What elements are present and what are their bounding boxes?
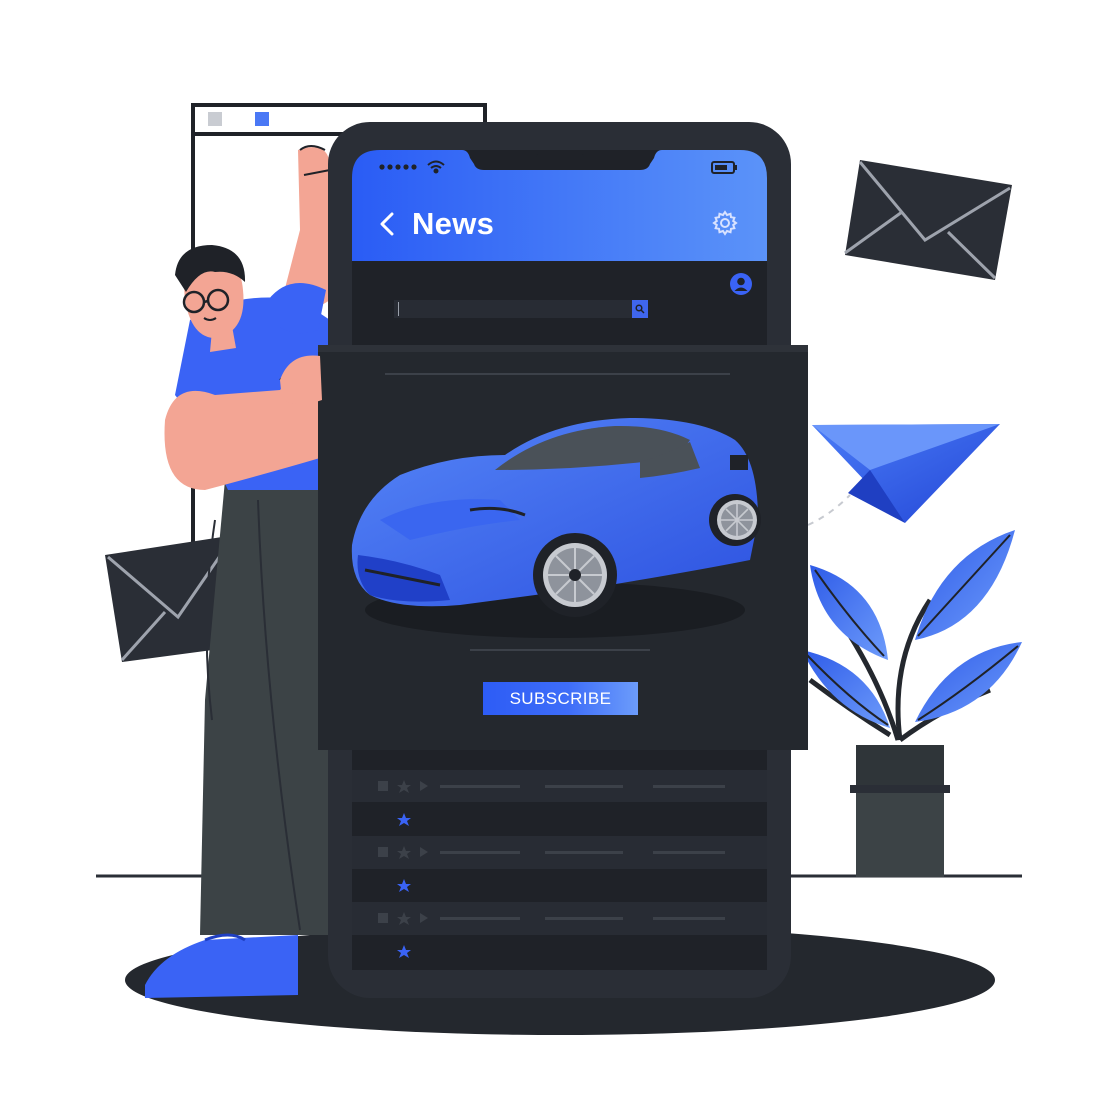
search-icon [635, 304, 645, 314]
page-title: News [412, 206, 495, 241]
gear-icon [712, 210, 738, 236]
wheel [533, 533, 617, 617]
background-illustration [96, 103, 1022, 1035]
user-avatar-icon [730, 273, 752, 295]
avatar[interactable] [729, 272, 753, 296]
search-button[interactable] [632, 300, 648, 318]
search-input[interactable] [398, 302, 632, 316]
wheel [709, 494, 761, 546]
chevron-left-icon [380, 212, 394, 236]
potted-plant [802, 530, 1022, 877]
leaf [915, 642, 1022, 722]
envelope-icon [844, 160, 1012, 280]
news-list [352, 770, 767, 970]
flight-trail [807, 494, 851, 526]
subscribe-button[interactable]: SUBSCRIBE [483, 682, 638, 715]
search-bar [394, 300, 648, 318]
settings-button[interactable] [708, 206, 742, 240]
paper-plane-icon [812, 424, 1000, 523]
back-button[interactable] [372, 206, 402, 242]
illustration-stage: News SUBSCRIBE [0, 0, 1120, 1120]
